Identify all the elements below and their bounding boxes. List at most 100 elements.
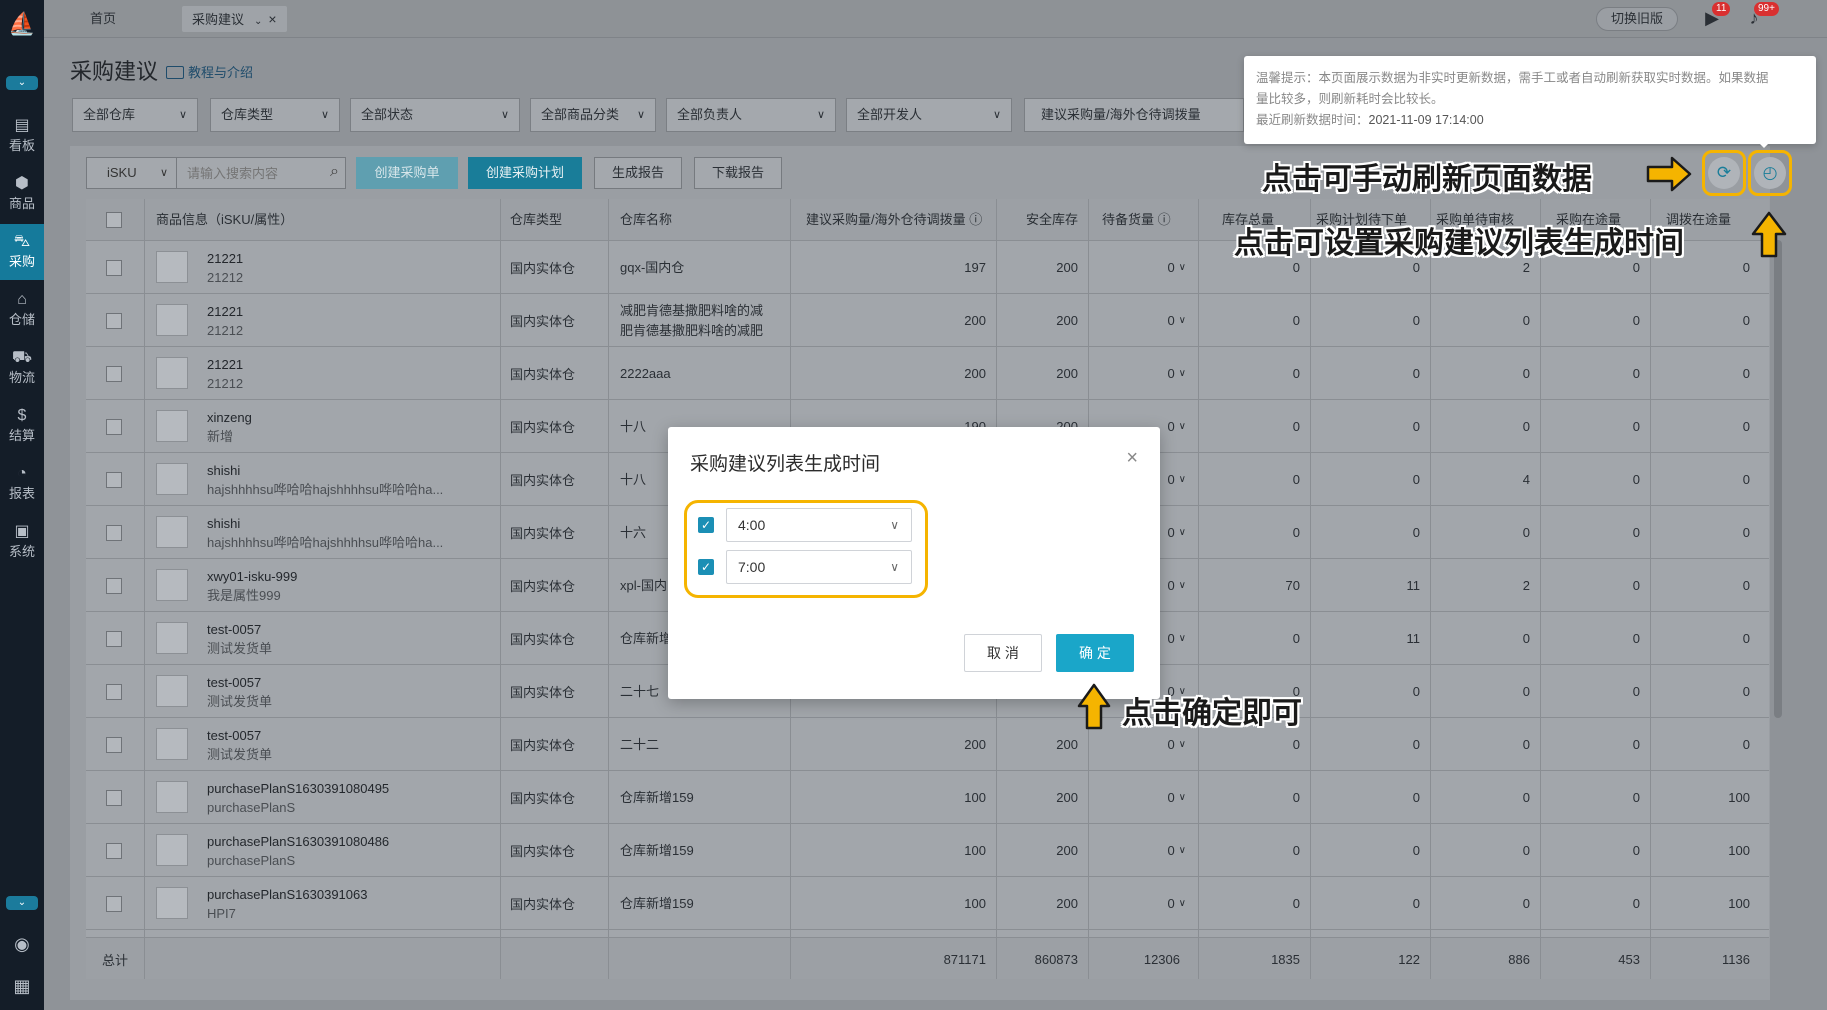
search-input[interactable] xyxy=(179,158,319,188)
tab-purchase-suggestion[interactable]: 采购建议 ⌄ × xyxy=(182,6,287,32)
sidebar-item-5[interactable]: $ 结算 xyxy=(0,398,44,454)
plan-pending: 0 xyxy=(1412,737,1420,752)
search-icon[interactable]: ⌕ xyxy=(330,163,339,181)
filter-owner[interactable]: 全部负责人 ∨ xyxy=(666,98,836,132)
product-info: test-0057 测试发货单 xyxy=(207,620,467,658)
pending-qty[interactable]: 0 ∨ xyxy=(1088,241,1198,294)
row-checkbox[interactable] xyxy=(106,578,122,594)
flag-icon[interactable]: ▶ 11 xyxy=(1700,2,1731,30)
close-icon[interactable]: × xyxy=(268,11,276,27)
row-checkbox[interactable] xyxy=(106,684,122,700)
chevron-down-icon: ∨ xyxy=(816,109,825,121)
row-checkbox[interactable] xyxy=(106,525,122,541)
close-icon[interactable]: × xyxy=(1126,447,1138,470)
chevron-down-icon: ∨ xyxy=(320,109,329,121)
sidebar-item-0[interactable]: ▤ 看板 xyxy=(0,108,44,164)
create-purchase-plan-button[interactable]: 创建采购计划 xyxy=(468,157,582,189)
search-group: iSKU ∨ ⌕ xyxy=(86,157,346,189)
table-scrollbar[interactable] xyxy=(1774,240,1782,718)
total-c4: 453 xyxy=(1618,951,1640,967)
th-pending-label: 待备货量 xyxy=(1102,212,1155,227)
filter-category[interactable]: 全部商品分类 ∨ xyxy=(530,98,656,132)
row-checkbox[interactable] xyxy=(106,313,122,329)
filter-warehouse[interactable]: 全部仓库 ∨ xyxy=(72,98,198,132)
pending-qty[interactable]: 0 ∨ xyxy=(1088,771,1198,824)
row-checkbox[interactable] xyxy=(106,260,122,276)
sidebar-item-2[interactable]: ⛍ 采购 xyxy=(0,224,44,280)
cancel-button[interactable]: 取 消 xyxy=(964,634,1042,672)
product-attr: hajshhhhsu哗哈哈hajshhhhsu哗哈哈ha... xyxy=(207,535,444,550)
bell-icon[interactable]: ♪ 99+ xyxy=(1742,2,1779,30)
filter-status[interactable]: 全部状态 ∨ xyxy=(350,98,520,132)
table-row[interactable]: purchasePlanS1630391063 HPI7 国内实体仓 仓库新增159 1… xyxy=(86,877,1769,930)
row-checkbox[interactable] xyxy=(106,843,122,859)
pending-value: 0 xyxy=(1167,631,1175,646)
pending-qty[interactable]: 0 ∨ xyxy=(1088,824,1198,877)
chevron-down-icon: ∨ xyxy=(159,167,168,179)
support-icon[interactable]: ◉ xyxy=(10,932,34,956)
total-c5: 1136 xyxy=(1722,951,1750,967)
plan-pending: 0 xyxy=(1412,313,1420,328)
row-checkbox[interactable] xyxy=(106,737,122,753)
pending-qty[interactable]: 0 ∨ xyxy=(1088,347,1198,400)
product-attr: 我是属性999 xyxy=(207,588,281,603)
warehouse-name-line1: 减肥肯德基撒肥料啥的减 xyxy=(620,302,764,318)
suggest-qty: 100 xyxy=(964,896,986,911)
help-icon[interactable]: ⓘ xyxy=(969,212,982,227)
gift-icon[interactable]: ▦ xyxy=(10,974,34,998)
in-transit: 0 xyxy=(1632,525,1640,540)
sidebar-expand-icon[interactable]: ⌄ xyxy=(6,76,38,90)
chevron-down-icon[interactable]: ⌄ xyxy=(254,16,262,27)
page-title: 采购建议 xyxy=(70,59,159,84)
warehouse-name-line1: xpl-国内 xyxy=(620,577,667,593)
table-row[interactable]: 21221 21212 国内实体仓 2222aaa 200 200 0 ∨ 0 0 0 0 0 xyxy=(86,347,1769,400)
product-info: purchasePlanS1630391080486 purchasePlanS xyxy=(207,832,467,870)
refresh-icon[interactable]: ⟳ xyxy=(1708,157,1740,189)
sidebar-collapse-icon[interactable]: ⌄ xyxy=(6,896,38,910)
pending-value: 0 xyxy=(1167,790,1175,805)
chevron-down-icon: ∨ xyxy=(1178,792,1186,803)
row-checkbox[interactable] xyxy=(106,472,122,488)
row-checkbox[interactable] xyxy=(106,419,122,435)
select-all-checkbox[interactable] xyxy=(106,212,122,228)
row-checkbox[interactable] xyxy=(106,896,122,912)
pending-value: 0 xyxy=(1167,843,1175,858)
th-warehouse-type: 仓库类型 xyxy=(510,212,563,227)
row-checkbox[interactable] xyxy=(106,790,122,806)
filter-developer[interactable]: 全部开发人 ∨ xyxy=(846,98,1012,132)
table-row[interactable]: purchasePlanS1630391080495 purchasePlanS 国… xyxy=(86,771,1769,824)
filter-suggest-qty[interactable]: 建议采购量/海外仓待调拨量 xyxy=(1024,98,1244,132)
warehouse-name-line1: 仓库新增159 xyxy=(620,789,694,805)
switch-old-version-button[interactable]: 切换旧版 xyxy=(1596,7,1678,31)
help-icon[interactable]: ⓘ xyxy=(1158,212,1171,227)
clock-icon[interactable]: ◴ xyxy=(1754,157,1786,189)
sidebar-item-6[interactable]: ◔ 报表 xyxy=(0,456,44,512)
confirm-button[interactable]: 确 定 xyxy=(1056,634,1134,672)
in-transit: 0 xyxy=(1632,790,1640,805)
filter-warehouse-type[interactable]: 仓库类型 ∨ xyxy=(210,98,340,132)
total-label: 总计 xyxy=(102,952,129,968)
search-type-select[interactable]: iSKU ∨ xyxy=(87,158,177,188)
tutorial-link[interactable]: 教程与介绍 xyxy=(166,62,253,81)
sidebar-item-1[interactable]: ⬢ 商品 xyxy=(0,166,44,222)
sidebar-item-4[interactable]: ⛟ 物流 xyxy=(0,340,44,396)
warehouse-name-line1: gqx-国内仓 xyxy=(620,259,685,275)
row-checkbox[interactable] xyxy=(106,631,122,647)
create-purchase-order-button[interactable]: 创建采购单 xyxy=(356,157,458,189)
pending-qty[interactable]: 0 ∨ xyxy=(1088,877,1198,930)
table-row[interactable]: purchasePlanS1630391080486 purchasePlanS 国… xyxy=(86,824,1769,877)
sidebar-item-7[interactable]: ▣ 系统 xyxy=(0,514,44,570)
table-row[interactable]: 21221 21212 国内实体仓 减肥肯德基撒肥料啥的减 肥肯德基撒肥料啥的减肥 200… xyxy=(86,294,1769,347)
column-divider xyxy=(500,199,501,979)
sidebar-item-3[interactable]: ⌂ 仓储 xyxy=(0,282,44,338)
column-divider xyxy=(1540,199,1541,979)
download-report-button[interactable]: 下载报告 xyxy=(694,157,782,189)
plan-pending: 0 xyxy=(1412,419,1420,434)
cube-icon: ⬢ xyxy=(15,175,29,192)
pending-qty[interactable]: 0 ∨ xyxy=(1088,294,1198,347)
transfer-transit: 0 xyxy=(1742,631,1750,646)
table-row[interactable]: test-0057 测试发货单 国内实体仓 二十二 200 200 0 ∨ 0 0 0 0 0 xyxy=(86,718,1769,771)
tab-home[interactable]: 首页 xyxy=(90,6,116,32)
generate-report-button[interactable]: 生成报告 xyxy=(594,157,682,189)
row-checkbox[interactable] xyxy=(106,366,122,382)
